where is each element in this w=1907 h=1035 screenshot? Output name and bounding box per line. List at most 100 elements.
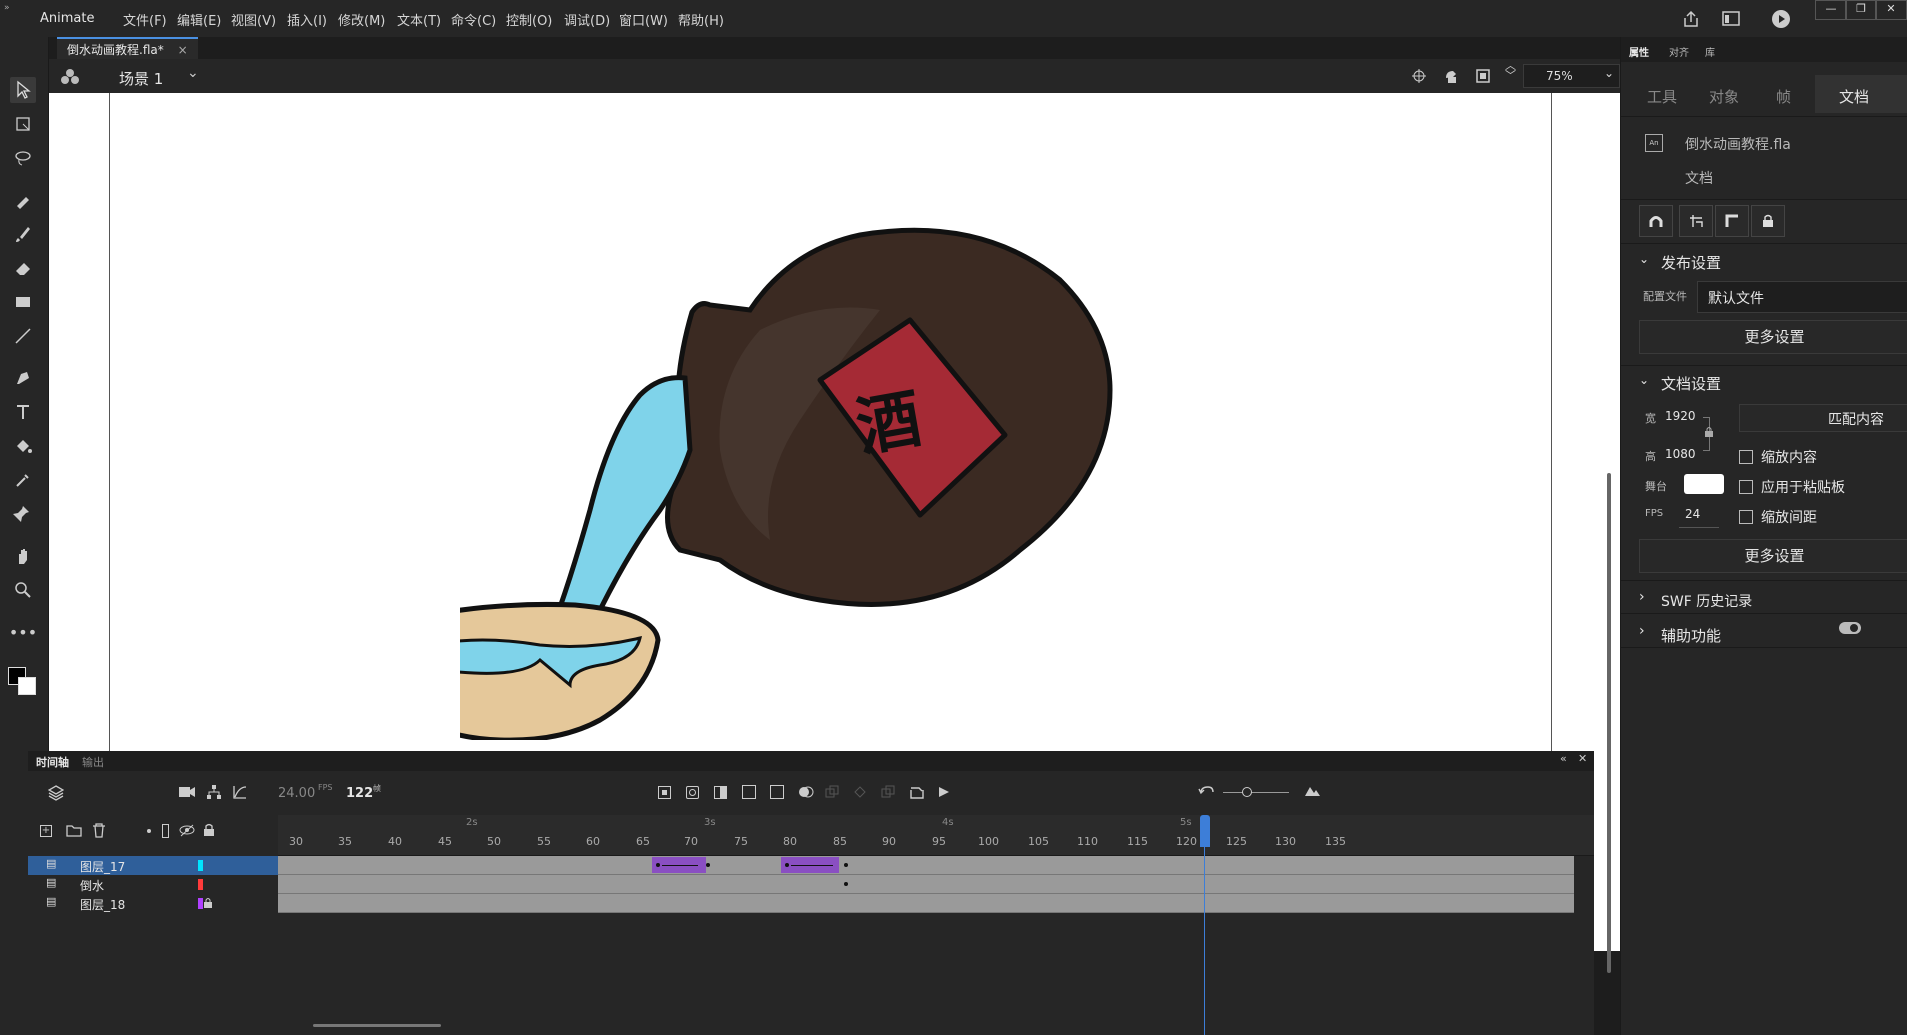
menu-view[interactable]: 视图(V) (231, 10, 276, 29)
play-icon[interactable] (936, 785, 950, 799)
menu-insert[interactable]: 插入(I) (287, 10, 327, 29)
ruler-icon[interactable] (1715, 205, 1749, 237)
scene-dropdown-icon[interactable]: ⌄ (187, 65, 199, 81)
apply-pasteboard-checkbox[interactable] (1739, 480, 1753, 494)
subtab-frame[interactable]: 帧 (1776, 86, 1791, 107)
stage-color-swatch[interactable] (1684, 474, 1724, 494)
link-lock-icon[interactable] (1704, 426, 1714, 438)
stage-vertical-scrollbar[interactable] (1594, 93, 1620, 973)
collapse-panel-icon[interactable]: « (1560, 752, 1567, 765)
graph-icon[interactable] (232, 784, 248, 800)
zoom-select[interactable]: 75% ⌄ (1523, 64, 1620, 88)
delete-layer-icon[interactable] (92, 823, 106, 838)
menu-window[interactable]: 窗口(W) (619, 10, 668, 29)
eyedropper-tool-icon[interactable] (10, 467, 36, 493)
menu-modify[interactable]: 修改(M) (338, 10, 385, 29)
auto-keyframe-icon[interactable] (742, 785, 756, 799)
outline-layers-icon[interactable] (162, 824, 169, 838)
scale-spacing-checkbox[interactable] (1739, 510, 1753, 524)
fit-frames-icon[interactable] (1304, 785, 1320, 797)
menu-debug[interactable]: 调试(D) (564, 10, 610, 29)
document-tab[interactable]: 倒水动画教程.fla* × (57, 37, 198, 61)
tab-timeline[interactable]: 时间轴 (36, 754, 69, 770)
layers-icon[interactable] (48, 785, 64, 801)
snap-magnet-icon[interactable] (1639, 205, 1673, 237)
fill-color-swatch[interactable] (18, 677, 36, 695)
align-guide-icon[interactable] (1679, 205, 1713, 237)
export-icon[interactable] (909, 784, 925, 800)
pen-tool-icon[interactable] (10, 365, 36, 391)
subtab-object[interactable]: 对象 (1709, 86, 1739, 107)
frames-area[interactable]: 2s 3s 4s 5s 30 35 40 45 50 55 60 65 70 7… (278, 815, 1594, 1035)
layer-name[interactable]: 图层_18 (80, 896, 125, 913)
free-transform-tool-icon[interactable] (10, 111, 36, 137)
line-tool-icon[interactable] (10, 323, 36, 349)
tab-align[interactable]: 对齐 (1669, 44, 1689, 59)
layer-parenting-icon[interactable] (206, 784, 222, 800)
zoom-stepper-icon[interactable]: ︿ ﹀ (1505, 60, 1516, 81)
lock-layers-icon[interactable] (203, 823, 215, 837)
text-tool-icon[interactable] (10, 399, 36, 425)
test-movie-icon[interactable] (1771, 9, 1791, 29)
close-window-button[interactable]: ✕ (1875, 0, 1907, 20)
frame-ruler[interactable]: 2s 3s 4s 5s 30 35 40 45 50 55 60 65 70 7… (278, 815, 1594, 856)
timeline-horizontal-scrollbar[interactable] (313, 1024, 441, 1027)
restore-button[interactable]: ❐ (1845, 0, 1877, 20)
insert-frame-icon[interactable] (714, 786, 727, 799)
height-value[interactable]: 1080 (1665, 447, 1696, 461)
share-icon[interactable] (1682, 10, 1700, 28)
clip-stage-icon[interactable] (1475, 68, 1491, 84)
layer-row[interactable]: ▤ 图层_18 (28, 894, 278, 913)
subtab-tool[interactable]: 工具 (1647, 86, 1677, 107)
accessibility-toggle[interactable] (1839, 622, 1861, 634)
brush-tool-icon[interactable] (10, 221, 36, 247)
tab-output[interactable]: 输出 (82, 754, 104, 770)
layer-name[interactable]: 倒水 (80, 877, 104, 894)
highlight-layers-icon[interactable] (147, 829, 151, 833)
scale-content-checkbox[interactable] (1739, 450, 1753, 464)
selection-tool-icon[interactable] (10, 77, 36, 103)
lasso-tool-icon[interactable] (10, 145, 36, 171)
workspace-icon[interactable] (1722, 11, 1740, 27)
close-tab-icon[interactable]: × (178, 43, 188, 57)
rectangle-tool-icon[interactable] (10, 289, 36, 315)
create-tween-icon[interactable] (770, 785, 784, 799)
fps-value[interactable]: 24.00 (278, 786, 315, 801)
new-folder-icon[interactable] (66, 824, 82, 837)
menu-edit[interactable]: 编辑(E) (177, 10, 221, 29)
profile-select[interactable]: 默认文件 (1697, 281, 1907, 313)
scrollbar-thumb[interactable] (1607, 473, 1611, 973)
paint-bucket-tool-icon[interactable] (10, 433, 36, 459)
close-panel-icon[interactable]: ✕ (1578, 752, 1587, 765)
new-layer-icon[interactable]: + (40, 825, 52, 837)
rotate-stage-icon[interactable] (1443, 68, 1459, 84)
minimize-button[interactable]: — (1815, 0, 1847, 20)
width-value[interactable]: 1920 (1665, 409, 1696, 423)
fps-field[interactable]: 24 (1685, 507, 1700, 521)
hide-layers-icon[interactable] (179, 824, 195, 837)
onion-skin-icon[interactable] (798, 785, 814, 799)
keyframe[interactable] (656, 863, 660, 867)
scene-name[interactable]: 场景 1 (119, 68, 163, 89)
lock-guides-icon[interactable] (1751, 205, 1785, 237)
layer-row[interactable]: ▤ 倒水 (28, 875, 278, 894)
eraser-tool-icon[interactable] (10, 255, 36, 281)
keyframe[interactable] (785, 863, 789, 867)
layer-row[interactable]: ▤ 图层_17 (28, 856, 278, 875)
paint-brush-tool-icon[interactable] (10, 187, 36, 213)
panel-collapse-icon[interactable]: » (4, 3, 10, 13)
hand-tool-icon[interactable] (10, 543, 36, 569)
more-settings-button-2[interactable]: 更多设置 (1639, 539, 1907, 573)
subtab-document[interactable]: 文档 (1815, 75, 1907, 113)
menu-commands[interactable]: 命令(C) (451, 10, 496, 29)
camera-icon[interactable] (178, 785, 196, 799)
more-settings-button[interactable]: 更多设置 (1639, 320, 1907, 354)
tab-library[interactable]: 库 (1705, 44, 1715, 59)
layer-track[interactable] (278, 894, 1574, 913)
menu-text[interactable]: 文本(T) (397, 10, 441, 29)
zoom-tool-icon[interactable] (10, 577, 36, 603)
more-tools-icon[interactable]: ••• (9, 619, 37, 645)
keyframe[interactable] (844, 882, 848, 886)
tab-properties[interactable]: 属性 (1629, 44, 1649, 59)
menu-file[interactable]: 文件(F) (123, 10, 167, 29)
